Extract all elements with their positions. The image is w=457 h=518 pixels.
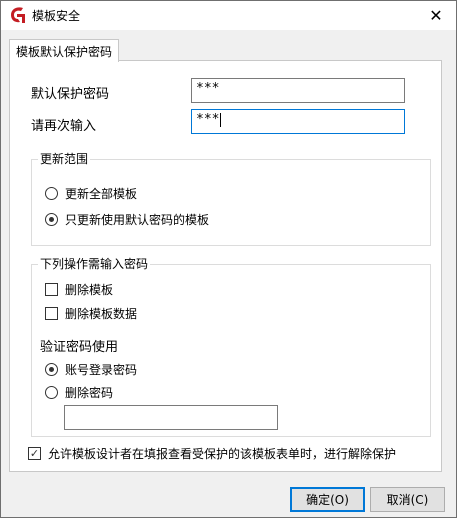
delete-password-radio[interactable] <box>45 386 58 399</box>
checkmark-icon: ✓ <box>29 447 40 460</box>
delete-template-data-label: 删除模板数据 <box>65 307 138 321</box>
delete-password-option[interactable]: 删除密码 <box>45 384 113 401</box>
reenter-password-value: *** <box>196 112 220 127</box>
app-logo-icon <box>11 7 25 23</box>
default-password-input[interactable]: *** <box>191 78 405 103</box>
default-password-label: 默认保护密码 <box>31 87 110 102</box>
ok-button[interactable]: 确定(O) <box>290 487 365 512</box>
allow-designer-unprotect-option[interactable]: ✓ 允许模板设计者在填报查看受保护的该模板表单时，进行解除保护 <box>28 445 396 462</box>
ops-require-password-group: 下列操作需输入密码 删除模板 删除模板数据 验证密码使用 账号登录密码 删除密码 <box>31 255 431 437</box>
allow-designer-unprotect-checkbox[interactable]: ✓ <box>28 447 41 460</box>
close-icon[interactable]: ✕ <box>416 1 456 30</box>
verify-password-title: 验证密码使用 <box>40 340 119 355</box>
text-caret <box>220 112 222 127</box>
window-title: 模板安全 <box>32 9 81 23</box>
cancel-button[interactable]: 取消(C) <box>370 487 445 512</box>
update-scope-group: 更新范围 更新全部模板 只更新使用默认密码的模板 <box>31 150 431 246</box>
tab-content: 默认保护密码 *** 请再次输入 *** 更新范围 更新全部模板 只更新使用默认… <box>9 60 442 472</box>
delete-template-data-option[interactable]: 删除模板数据 <box>45 305 137 322</box>
update-default-only-option[interactable]: 只更新使用默认密码的模板 <box>45 211 209 228</box>
delete-template-option[interactable]: 删除模板 <box>45 281 113 298</box>
allow-designer-unprotect-label: 允许模板设计者在填报查看受保护的该模板表单时，进行解除保护 <box>48 447 397 461</box>
update-all-label: 更新全部模板 <box>65 187 138 201</box>
default-password-value: *** <box>196 81 220 96</box>
title-bar: 模板安全 ✕ <box>1 1 456 30</box>
delete-template-data-checkbox[interactable] <box>45 307 58 320</box>
update-default-only-radio[interactable] <box>45 213 58 226</box>
ops-require-password-title: 下列操作需输入密码 <box>38 255 151 272</box>
reenter-password-label: 请再次输入 <box>31 119 97 134</box>
update-scope-title: 更新范围 <box>38 150 91 167</box>
template-security-dialog: 模板安全 ✕ 模板默认保护密码 默认保护密码 *** 请再次输入 *** 更新范… <box>0 0 457 518</box>
delete-password-label: 删除密码 <box>65 386 114 400</box>
tab-strip: 模板默认保护密码 <box>1 30 456 62</box>
login-password-option[interactable]: 账号登录密码 <box>45 361 137 378</box>
delete-password-input[interactable] <box>64 405 278 430</box>
delete-template-checkbox[interactable] <box>45 283 58 296</box>
delete-template-label: 删除模板 <box>65 283 114 297</box>
reenter-password-input[interactable]: *** <box>191 109 405 134</box>
tab-default-password[interactable]: 模板默认保护密码 <box>9 39 120 62</box>
update-all-radio[interactable] <box>45 187 58 200</box>
login-password-label: 账号登录密码 <box>65 363 138 377</box>
login-password-radio[interactable] <box>45 363 58 376</box>
update-all-option[interactable]: 更新全部模板 <box>45 185 137 202</box>
update-default-only-label: 只更新使用默认密码的模板 <box>65 213 210 227</box>
